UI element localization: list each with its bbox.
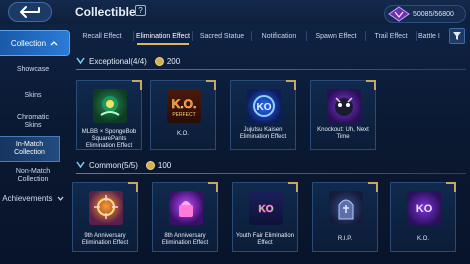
collectible-card[interactable]: 9th Anniversary Elimination Effect [72, 182, 138, 252]
tab-battle[interactable]: Battle I [418, 33, 444, 40]
8th-anniversary-art [169, 191, 203, 225]
chevron-down-icon [57, 196, 64, 201]
svg-text:KO: KO [257, 102, 272, 113]
spongebob-effect-art [93, 89, 127, 123]
card-corner-accent [132, 80, 142, 90]
tab-divider [416, 31, 417, 41]
tab-divider [192, 31, 193, 41]
card-label: 8th Anniversary Elimination Effect [161, 233, 209, 246]
section-header-exceptional: Exceptional(4/4) 200 [76, 54, 466, 68]
sidebar-collection-button[interactable]: Collection [0, 30, 70, 56]
svg-text:KO: KO [416, 203, 433, 215]
tab-spawn-effect[interactable]: Spawn Effect [308, 33, 364, 40]
tab-sacred-statue[interactable]: Sacred Statue [194, 33, 250, 40]
tab-divider [306, 31, 307, 41]
rip-art [329, 191, 363, 225]
9th-anniversary-art [89, 191, 123, 225]
section-divider [76, 69, 466, 70]
back-arrow-icon [20, 6, 40, 18]
points-coin-icon [145, 160, 155, 170]
collectible-card[interactable]: R.I.P. [312, 182, 378, 252]
section-title: Common(5/5) [89, 160, 138, 170]
ko-art: KO [407, 191, 441, 225]
card-label: R.I.P. [337, 236, 353, 242]
currency-value: 50085/56800 [413, 10, 454, 18]
rarity-arrow-icon [76, 161, 85, 169]
tab-divider [251, 31, 252, 41]
chevron-up-icon [50, 41, 58, 46]
help-icon[interactable]: ? [135, 5, 146, 16]
card-label: K.O. [416, 236, 429, 242]
collector-badge-icon [388, 6, 410, 22]
jujutsu-effect-art: KO [247, 89, 281, 123]
tab-bar: Recall Effect Elimination Effect Sacred … [72, 27, 447, 45]
sidebar-collection-label: Collection [10, 38, 47, 48]
card-label: 9th Anniversary Elimination Effect [81, 233, 129, 246]
card-label: MLBB × SpongeBob SquarePants Elimination… [81, 129, 137, 149]
card-corner-accent [128, 182, 138, 192]
card-label: Knockout: Uh, Next Time [317, 127, 369, 140]
svg-text:K.O.: K.O. [172, 97, 197, 111]
sidebar: Collection Showcase Skins Chromatic Skin… [0, 30, 70, 264]
svg-text:PERFECT: PERFECT [172, 112, 195, 118]
collectible-card[interactable]: Knockout: Uh, Next Time [310, 80, 376, 150]
youth-fair-art: KO [249, 191, 283, 225]
ko-perfect-art: K.O. PERFECT [167, 89, 201, 123]
card-corner-accent [206, 80, 216, 90]
back-button[interactable] [8, 2, 52, 22]
card-label: K.O. [176, 131, 189, 137]
collectible-card[interactable]: MLBB × SpongeBob SquarePants Elimination… [76, 80, 142, 150]
collectible-card[interactable]: KO K.O. [390, 182, 456, 252]
section-header-common: Common(5/5) 100 [76, 158, 466, 172]
section-divider [76, 173, 466, 174]
tab-divider [133, 31, 134, 41]
card-corner-accent [366, 80, 376, 90]
tab-trail-effect[interactable]: Trail Effect [367, 33, 415, 40]
section-points: 200 [166, 56, 181, 66]
page-title: Collectible [75, 5, 136, 19]
filter-icon [453, 32, 461, 40]
currency-display: 50085/56800 [384, 5, 466, 23]
card-label: Youth Fair Elimination Effect [235, 233, 295, 246]
collectible-card[interactable]: KO Youth Fair Elimination Effect [232, 182, 298, 252]
tab-divider [365, 31, 366, 41]
sidebar-item-showcase[interactable]: Showcase [0, 66, 66, 74]
collectible-card[interactable]: K.O. PERFECT K.O. [150, 80, 216, 150]
rarity-arrow-icon [76, 57, 85, 65]
knockout-effect-art [327, 89, 361, 123]
sidebar-item-chromatic-skins[interactable]: Chromatic Skins [0, 114, 66, 130]
sidebar-item-skins[interactable]: Skins [0, 92, 66, 100]
points-coin-icon [154, 56, 164, 66]
tab-elimination-effect[interactable]: Elimination Effect [135, 33, 191, 45]
collectible-card[interactable]: 8th Anniversary Elimination Effect [152, 182, 218, 252]
sidebar-item-label: In-Match Collection [14, 141, 45, 156]
tab-recall-effect[interactable]: Recall Effect [72, 33, 132, 40]
svg-text:KO: KO [259, 204, 274, 215]
card-corner-accent [368, 182, 378, 192]
card-corner-accent [446, 182, 456, 192]
section-title: Exceptional(4/4) [89, 56, 147, 66]
section-points: 100 [157, 160, 172, 170]
card-corner-accent [208, 182, 218, 192]
sidebar-item-non-match-collection[interactable]: Non-Match Collection [0, 168, 66, 184]
sidebar-item-label: Achievements [2, 194, 53, 203]
sidebar-item-in-match-collection[interactable]: In-Match Collection [0, 136, 60, 162]
filter-button[interactable] [449, 28, 465, 44]
card-corner-accent [286, 80, 296, 90]
tab-notification[interactable]: Notification [253, 33, 305, 40]
collectible-card[interactable]: KO Jujutsu Kaisen Elimination Effect [230, 80, 296, 150]
card-corner-accent [288, 182, 298, 192]
card-label: Jujutsu Kaisen Elimination Effect [239, 127, 287, 140]
sidebar-item-achievements[interactable]: Achievements [0, 195, 66, 203]
